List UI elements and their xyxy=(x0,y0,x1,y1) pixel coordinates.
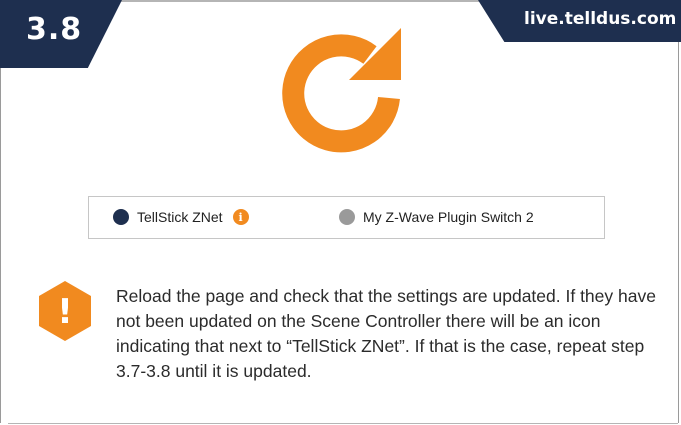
refresh-icon[interactable] xyxy=(265,10,415,160)
device-tellstick-znet[interactable]: TellStick ZNet i xyxy=(113,209,249,225)
device-name: TellStick ZNet xyxy=(137,209,223,225)
device-zwave-plugin-switch[interactable]: My Z-Wave Plugin Switch 2 xyxy=(339,209,534,225)
warning-glyph: ! xyxy=(57,292,73,332)
step-number: 3.8 xyxy=(26,12,83,47)
device-list: TellStick ZNet i My Z-Wave Plugin Switch… xyxy=(88,196,605,239)
bottom-border xyxy=(8,423,678,424)
status-dot xyxy=(339,209,355,225)
info-icon[interactable]: i xyxy=(232,209,249,225)
status-dot xyxy=(113,209,129,225)
site-url: live.telldus.com xyxy=(524,9,677,29)
exclamation-icon: ! xyxy=(39,281,91,341)
note-text: Reload the page and check that the setti… xyxy=(116,286,656,381)
device-name: My Z-Wave Plugin Switch 2 xyxy=(363,209,534,225)
